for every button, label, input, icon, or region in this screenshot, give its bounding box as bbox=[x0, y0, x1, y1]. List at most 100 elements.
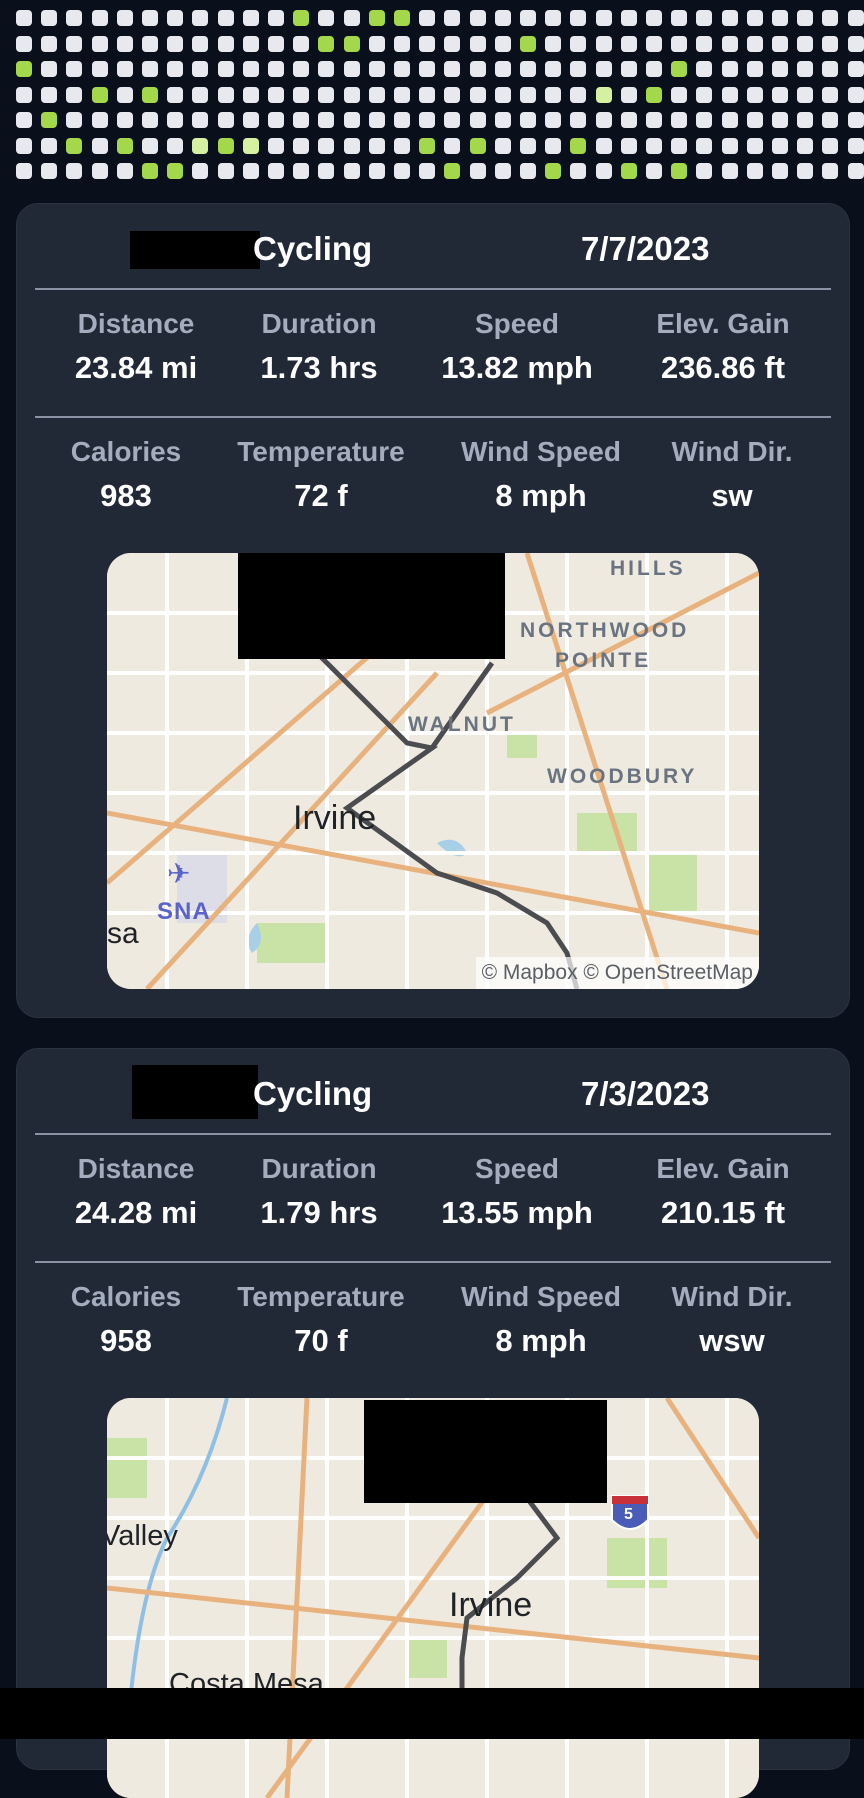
heatmap-cell bbox=[167, 35, 184, 52]
heatmap-cell bbox=[116, 10, 133, 26]
heatmap-cell bbox=[318, 10, 335, 26]
heatmap-cell bbox=[217, 137, 234, 154]
heatmap-cell bbox=[444, 10, 461, 26]
heatmap-cell bbox=[671, 10, 688, 26]
heatmap-cell bbox=[91, 61, 108, 77]
heatmap-cell bbox=[847, 61, 864, 77]
heatmap-cell bbox=[293, 163, 310, 179]
heatmap-cell bbox=[167, 137, 184, 154]
heatmap-cell bbox=[318, 163, 335, 179]
heatmap-cell bbox=[696, 61, 713, 77]
heatmap-cell bbox=[444, 163, 461, 179]
heatmap-cell bbox=[343, 137, 360, 154]
heatmap-cell bbox=[318, 61, 335, 77]
heatmap-cell bbox=[242, 112, 259, 128]
heatmap-cell bbox=[772, 10, 788, 26]
stat-elev-gain: Elev. Gain 210.15 ft bbox=[623, 1153, 823, 1231]
heatmap-cell bbox=[242, 86, 259, 103]
heatmap-cell bbox=[242, 35, 259, 52]
heatmap-cell bbox=[822, 137, 839, 154]
heatmap-cell bbox=[520, 112, 536, 128]
heatmap-cell bbox=[268, 35, 284, 52]
heatmap-cell bbox=[41, 61, 58, 77]
heatmap-cell bbox=[394, 86, 410, 103]
heatmap-cell bbox=[696, 10, 713, 26]
heatmap-cell bbox=[394, 35, 410, 52]
stat-calories: Calories 958 bbox=[26, 1281, 226, 1359]
heatmap-cell bbox=[746, 112, 763, 128]
heatmap-cell bbox=[671, 61, 688, 77]
heatmap-cell bbox=[520, 163, 536, 179]
stat-wind-speed: Wind Speed 8 mph bbox=[441, 436, 641, 514]
heatmap-cell bbox=[142, 163, 158, 179]
heatmap-cell bbox=[419, 61, 436, 77]
heatmap-cell bbox=[545, 10, 562, 26]
map-label: NORTHWOOD bbox=[520, 619, 690, 642]
heatmap-cell bbox=[116, 35, 133, 52]
heatmap-cell bbox=[646, 10, 662, 26]
heatmap-cell bbox=[822, 112, 839, 128]
heatmap-cell bbox=[772, 112, 788, 128]
activity-date: 7/3/2023 bbox=[581, 1075, 710, 1112]
heatmap-cell bbox=[91, 163, 108, 179]
heatmap-cell bbox=[293, 86, 310, 103]
heatmap-cell bbox=[41, 86, 58, 103]
stat-label: Wind Speed bbox=[461, 436, 621, 467]
heatmap-cell bbox=[217, 163, 234, 179]
heatmap-cell bbox=[595, 61, 612, 77]
activity-card[interactable]: Cycling 7/7/2023 Distance 23.84 mi Durat… bbox=[16, 203, 850, 1018]
heatmap-cell bbox=[520, 10, 536, 26]
city-label: Irvine bbox=[449, 1586, 533, 1624]
heatmap-cell bbox=[217, 10, 234, 26]
heatmap-cell bbox=[570, 137, 587, 154]
heatmap-cell bbox=[268, 163, 284, 179]
heatmap-cell bbox=[16, 10, 32, 26]
heatmap-cell bbox=[394, 137, 410, 154]
heatmap-cell bbox=[721, 35, 738, 52]
stat-duration: Duration 1.73 hrs bbox=[219, 308, 419, 386]
heatmap-cell bbox=[545, 61, 562, 77]
stat-value: 23.84 mi bbox=[74, 350, 198, 385]
heatmap-cell bbox=[797, 10, 814, 26]
stat-value: sw bbox=[711, 478, 753, 513]
stat-label: Distance bbox=[77, 308, 195, 339]
heatmap-cell bbox=[696, 163, 713, 179]
heatmap-cell bbox=[595, 163, 612, 179]
route-map[interactable]: ✈ HILLS NORTHWOOD POINTE WALNUT WOODBURY… bbox=[107, 553, 759, 989]
heatmap-cell bbox=[469, 10, 486, 26]
heatmap-cell bbox=[696, 86, 713, 103]
stat-label: Temperature bbox=[237, 1281, 405, 1312]
heatmap-cell bbox=[116, 86, 133, 103]
stat-label: Temperature bbox=[237, 436, 405, 467]
stat-calories: Calories 983 bbox=[26, 436, 226, 514]
heatmap-cell bbox=[696, 137, 713, 154]
heatmap-cell bbox=[419, 10, 436, 26]
stat-label: Wind Dir. bbox=[671, 436, 793, 467]
divider bbox=[35, 416, 831, 418]
heatmap-cell bbox=[671, 163, 688, 179]
stat-label: Distance bbox=[77, 1153, 195, 1184]
heatmap-cell bbox=[595, 112, 612, 128]
heatmap-cell bbox=[242, 163, 259, 179]
heatmap-cell bbox=[570, 61, 587, 77]
heatmap-cell bbox=[268, 86, 284, 103]
heatmap-cell bbox=[343, 112, 360, 128]
heatmap-cell bbox=[797, 163, 814, 179]
heatmap-cell bbox=[368, 61, 385, 77]
heatmap-cell bbox=[772, 61, 788, 77]
heatmap-cell bbox=[394, 163, 410, 179]
stat-value: 236.86 ft bbox=[660, 350, 786, 385]
divider bbox=[35, 1133, 831, 1135]
heatmap-cell bbox=[91, 10, 108, 26]
heatmap-cell bbox=[293, 35, 310, 52]
heatmap-cell bbox=[570, 86, 587, 103]
heatmap-cell bbox=[192, 137, 209, 154]
heatmap-cell bbox=[16, 35, 32, 52]
map-attribution[interactable]: © Mapbox © OpenStreetMap bbox=[475, 957, 759, 989]
heatmap-cell bbox=[142, 35, 158, 52]
heatmap-cell bbox=[545, 137, 562, 154]
activity-card[interactable]: Cycling 7/3/2023 Distance 24.28 mi Durat… bbox=[16, 1048, 850, 1798]
heatmap-cell bbox=[318, 86, 335, 103]
stat-value: 13.82 mph bbox=[441, 350, 593, 385]
stat-value: 958 bbox=[100, 1323, 152, 1358]
